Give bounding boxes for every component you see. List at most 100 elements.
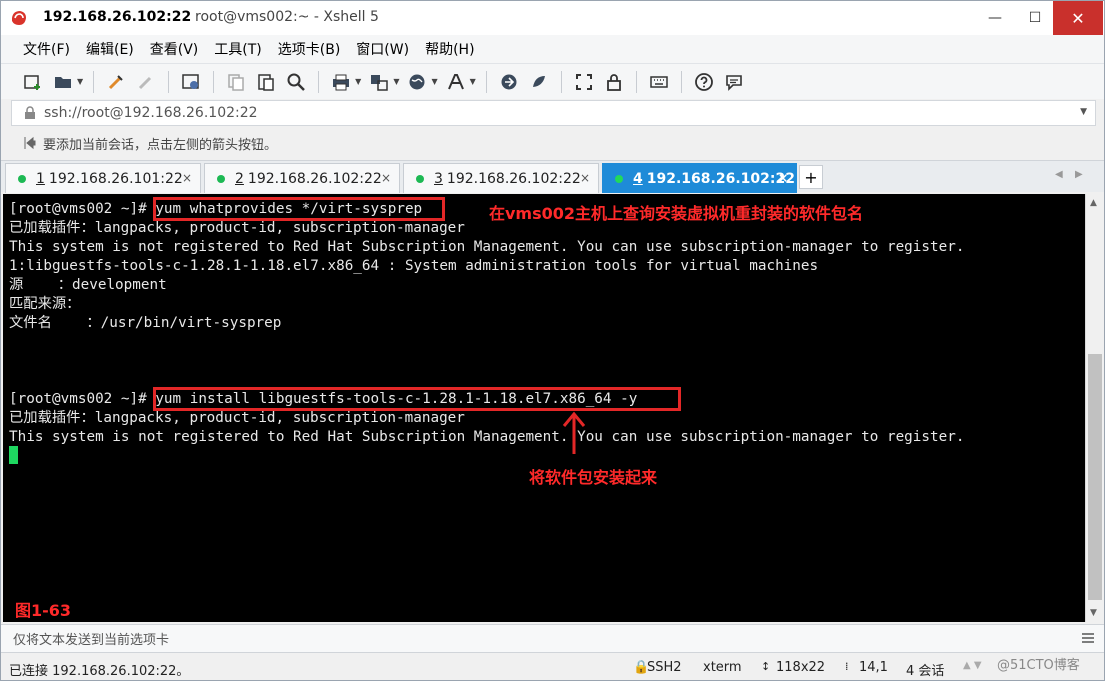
new-session-icon[interactable] [21,70,45,94]
connection-status: 已连接 192.168.26.102:22。 [9,664,190,679]
script-icon[interactable] [527,70,551,94]
figure-label: 图1-63 [15,601,72,620]
connected-status-icon [18,174,26,183]
toolbar: ▼ ▼ ▼ ▼ ▼ [1,63,1104,99]
maximize-button[interactable]: ☐ [1017,1,1053,35]
toolbar-divider [560,70,562,93]
menu-window[interactable]: 窗口(W) [356,39,409,59]
terminal-line: 源 ：development [9,277,167,293]
terminal-line: This system is not registered to Red Hat… [9,429,965,445]
scroll-down-icon[interactable]: ▼ [1090,608,1097,618]
close-window-button[interactable]: ✕ [1053,1,1103,35]
connect-icon[interactable] [104,70,128,94]
tab-close-icon[interactable]: × [580,171,590,185]
session-count: 4 会话 [906,664,945,679]
hint-text: 要添加当前会话，点击左侧的箭头按钮。 [43,137,278,153]
tab-label: 192.168.26.102:22 [446,170,581,187]
tab-close-icon[interactable]: × [381,171,391,185]
terminal-line: 已加载插件：langpacks, product-id, subscriptio… [9,410,465,426]
tab-scroll-right-icon[interactable]: ▶ [1075,169,1083,180]
toolbar-divider [680,70,682,93]
transfer-icon[interactable] [367,70,391,94]
terminal-line: 已加载插件：langpacks, product-id, subscriptio… [9,220,465,236]
annotation-install-package: 将软件包安装起来 [529,468,658,487]
menu-edit[interactable]: 编辑(E) [86,39,134,59]
fullscreen-icon[interactable] [572,70,596,94]
session-hint-bar: 要添加当前会话，点击左侧的箭头按钮。 [11,131,1096,155]
disconnect-icon[interactable] [134,70,158,94]
open-folder-icon[interactable] [51,70,75,94]
arrow-icon[interactable] [23,136,37,150]
size-icon: ↕ [761,660,771,673]
transfer-dropdown-icon[interactable]: ▼ [393,77,399,86]
highlight-box-install [153,387,681,411]
xftp-icon[interactable] [497,70,521,94]
tab-session-3[interactable]: 3 192.168.26.102:22 × [403,163,599,193]
status-bar: 已连接 192.168.26.102:22。 🔒 SSH2 xterm ↕ 11… [1,652,1104,680]
copy-icon[interactable] [224,70,248,94]
terminal-cursor [9,446,18,464]
print-dropdown-icon[interactable]: ▼ [355,77,361,86]
highlight-box-whatprovides [153,197,445,221]
tab-number: 4 [633,170,643,187]
lock-icon [25,106,35,119]
connected-status-icon [416,174,424,183]
tab-label: 192.168.26.102:22 [247,170,382,187]
tab-label: 192.168.26.102:22 [646,170,795,187]
toolbar-divider [318,70,320,93]
status-arrow-icons[interactable]: ▲ ▼ [963,660,982,671]
add-tab-button[interactable]: + [799,165,823,189]
help-icon[interactable] [692,70,716,94]
tab-close-icon[interactable]: × [778,171,788,185]
tab-close-icon[interactable]: × [182,171,192,185]
tab-session-4[interactable]: 4 192.168.26.102:22 × [602,163,797,193]
menu-view[interactable]: 查看(V) [150,39,199,59]
terminal-size: 118x22 [776,660,826,675]
menu-file[interactable]: 文件(F) [23,39,70,59]
font-icon[interactable] [444,70,468,94]
globe-icon[interactable] [405,70,429,94]
tab-scroll-left-icon[interactable]: ◀ [1055,169,1063,180]
menu-help[interactable]: 帮助(H) [425,39,474,59]
terminal-type: xterm [703,660,742,675]
title-bar: 192.168.26.102:22 root@vms002:~ - Xshell… [1,1,1104,35]
scroll-up-icon[interactable]: ▲ [1090,198,1097,208]
address-bar[interactable]: ssh://root@192.168.26.102:22 ▼ [11,100,1096,126]
terminal-scrollbar[interactable]: ▲ ▼ [1085,194,1104,622]
lock-icon[interactable] [602,70,626,94]
tab-session-2[interactable]: 2 192.168.26.102:22 × [204,163,400,193]
paste-icon[interactable] [254,70,278,94]
xshell-logo-icon [12,11,26,25]
font-dropdown-icon[interactable]: ▼ [470,77,476,86]
menu-icon[interactable] [1082,633,1094,643]
cursor-position: 14,1 [859,660,888,675]
scrollbar-thumb[interactable] [1088,354,1102,600]
window-title: root@vms002:~ - Xshell 5 [195,9,379,25]
globe-dropdown-icon[interactable]: ▼ [431,77,437,86]
toolbar-divider [635,70,637,93]
keyboard-icon[interactable] [647,70,671,94]
open-dropdown-icon[interactable]: ▼ [77,77,83,86]
connected-status-icon [217,174,225,183]
address-dropdown-icon[interactable]: ▼ [1080,107,1087,117]
xshell-window: 192.168.26.102:22 root@vms002:~ - Xshell… [0,0,1105,681]
find-icon[interactable] [284,70,308,94]
watermark: @51CTO博客 [997,658,1080,673]
properties-icon[interactable] [179,70,203,94]
annotation-query-package: 在vms002主机上查询安装虚拟机重封装的软件包名 [489,204,864,223]
address-input[interactable]: ssh://root@192.168.26.102:22 [44,105,258,121]
menu-tools[interactable]: 工具(T) [214,39,261,59]
terminal-line: 1:libguestfs-tools-c-1.28.1-1.18.el7.x86… [9,258,819,274]
tab-session-1[interactable]: 1 192.168.26.101:22 × [5,163,201,193]
arrow-up-icon [562,411,586,454]
chat-icon[interactable] [722,70,746,94]
terminal-output[interactable]: [root@vms002 ~]# yum whatprovides */virt… [3,194,1085,622]
compose-input[interactable]: 仅将文本发送到当前选项卡 [13,629,169,648]
menu-tab[interactable]: 选项卡(B) [278,39,341,59]
compose-bar[interactable]: 仅将文本发送到当前选项卡 [1,624,1104,652]
toolbar-divider [93,70,95,93]
tab-number: 2 [235,170,244,187]
minimize-button[interactable]: — [977,1,1013,35]
print-icon[interactable] [329,70,353,94]
terminal-line: 匹配来源： [9,296,81,312]
